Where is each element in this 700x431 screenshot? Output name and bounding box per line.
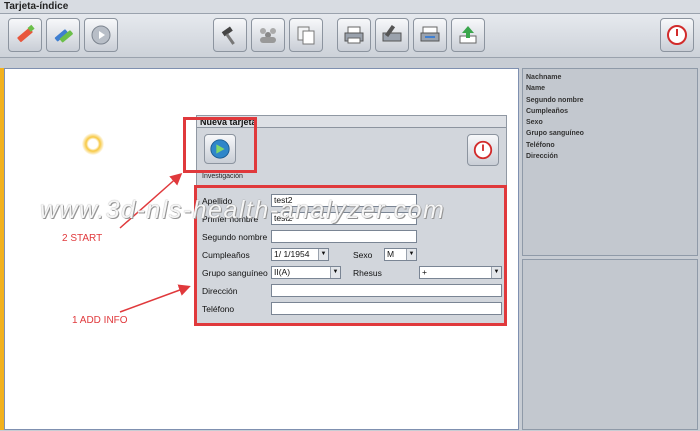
chevron-down-icon: ▼ xyxy=(406,249,416,260)
direccion-field[interactable] xyxy=(271,284,502,297)
secondary-info-panel xyxy=(522,259,698,430)
info-label-sexo: Sexo xyxy=(526,119,543,127)
annotation-start: 2 START xyxy=(62,233,103,244)
info-label-nachname: Nachname xyxy=(526,74,562,81)
rhesus-select[interactable]: + ▼ xyxy=(419,266,502,279)
sexo-select[interactable]: M ▼ xyxy=(384,248,417,261)
patient-info-panel: Nachname Name Segundo nombre Cumpleaños … xyxy=(522,68,698,256)
segundo-nombre-field[interactable] xyxy=(271,230,417,243)
printer-icon[interactable] xyxy=(337,18,371,52)
print-preview-icon[interactable] xyxy=(413,18,447,52)
grupo-sanguineo-value: II(A) xyxy=(274,267,291,277)
start-button[interactable] xyxy=(204,134,236,164)
annotation-add-info: 1 ADD INFO xyxy=(72,315,128,326)
watermark-text: www.3d-nls-health-analyzer.com xyxy=(40,196,446,224)
sexo-label: Sexo xyxy=(353,250,373,260)
info-label-grupo-sanguineo: Grupo sanguíneo xyxy=(526,130,584,138)
hammer-icon[interactable] xyxy=(213,18,247,52)
grupo-sanguineo-select[interactable]: II(A) ▼ xyxy=(271,266,341,279)
lightbulb-icon xyxy=(82,133,104,155)
info-label-direccion: Dirección xyxy=(526,153,558,161)
copy-icon[interactable] xyxy=(289,18,323,52)
info-label-cumpleanos: Cumpleaños xyxy=(526,107,569,115)
info-label-name: Name xyxy=(526,85,546,93)
telefono-label: Teléfono xyxy=(202,304,235,314)
birthday-value: 1/ 1/1954 xyxy=(274,249,310,259)
close-dialog-button[interactable] xyxy=(467,134,499,166)
grupo-sanguineo-label: Grupo sanguíneo xyxy=(202,268,268,278)
toolbar xyxy=(0,14,700,58)
info-label-segundo-nombre: Segundo nombre xyxy=(526,96,584,104)
cumpleanos-label: Cumpleaños xyxy=(202,250,250,260)
birthday-date-picker[interactable]: 1/ 1/1954 ▼ xyxy=(271,248,329,261)
sexo-value: M xyxy=(387,249,395,259)
export-icon[interactable] xyxy=(451,18,485,52)
telefono-field[interactable] xyxy=(271,302,502,315)
start-arrow-icon xyxy=(210,139,230,159)
direccion-label: Dirección xyxy=(202,286,238,296)
chevron-down-icon: ▼ xyxy=(330,267,340,278)
dialog-title: Nueva tarjeta xyxy=(197,116,506,128)
chevron-down-icon: ▼ xyxy=(491,267,501,278)
pencil-group-icon[interactable] xyxy=(46,18,80,52)
power-icon xyxy=(473,140,493,160)
group-people-icon[interactable] xyxy=(251,18,285,52)
chevron-down-icon: ▼ xyxy=(318,249,328,260)
segundo-nombre-label: Segundo nombre xyxy=(202,232,268,242)
section-label: Investigación xyxy=(202,173,243,180)
power-icon[interactable] xyxy=(660,18,694,52)
window-title: Tarjeta-índice xyxy=(0,0,700,14)
pencil-edit-icon[interactable] xyxy=(8,18,42,52)
rhesus-label: Rhesus xyxy=(353,268,382,278)
info-label-telefono: Teléfono xyxy=(526,141,555,149)
print-edit-icon[interactable] xyxy=(375,18,409,52)
play-disc-icon[interactable] xyxy=(84,18,118,52)
rhesus-value: + xyxy=(422,267,427,277)
